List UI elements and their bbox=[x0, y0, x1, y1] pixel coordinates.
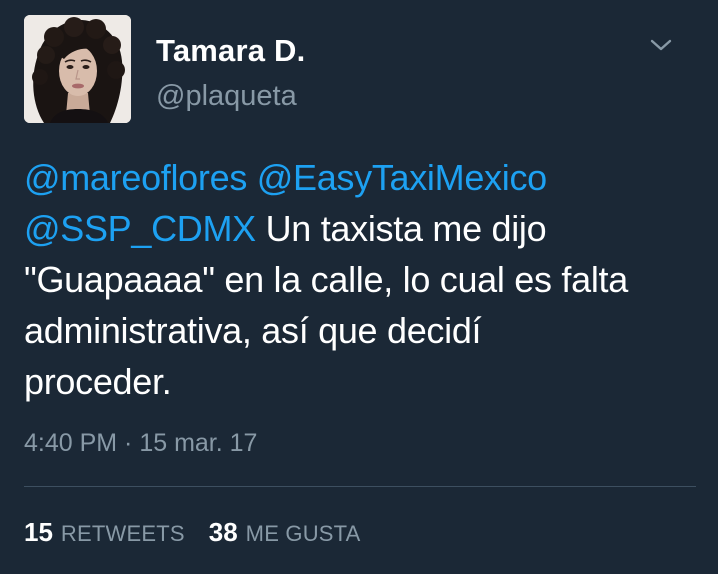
tweet-text-segment: "Guapaaaa" en la calle, lo cual es falta bbox=[24, 259, 628, 300]
mention-link[interactable]: @EasyTaxiMexico bbox=[257, 157, 547, 198]
author-handle[interactable]: @plaqueta bbox=[156, 77, 297, 115]
mention-link[interactable]: @SSP_CDMX bbox=[24, 208, 256, 249]
avatar[interactable] bbox=[24, 15, 131, 123]
retweets-stat[interactable]: 15 RETWEETS bbox=[24, 517, 185, 548]
divider bbox=[24, 486, 696, 487]
chevron-down-icon bbox=[650, 39, 672, 51]
tweet-text: @mareoflores @EasyTaxiMexico @SSP_CDMX U… bbox=[24, 152, 704, 407]
tweet-timestamp[interactable]: 4:40 PM · 15 mar. 17 bbox=[24, 426, 257, 460]
tweet-stats: 15 RETWEETS 38 ME GUSTA bbox=[24, 517, 361, 551]
tweet-text-segment: administrativa, así que decidí bbox=[24, 310, 482, 351]
tweet-menu-button[interactable] bbox=[646, 32, 676, 58]
likes-label: ME GUSTA bbox=[245, 521, 361, 546]
author-name[interactable]: Tamara D. bbox=[156, 32, 305, 70]
mention-link[interactable]: @mareoflores bbox=[24, 157, 247, 198]
likes-stat[interactable]: 38 ME GUSTA bbox=[209, 517, 361, 548]
tweet-text-segment: Un taxista me dijo bbox=[255, 208, 547, 249]
retweets-count: 15 bbox=[24, 517, 53, 547]
retweets-label: RETWEETS bbox=[60, 521, 185, 546]
avatar-image bbox=[24, 15, 131, 123]
likes-count: 38 bbox=[208, 517, 238, 547]
tweet-card: Tamara D. @plaqueta @mareoflores @EasyTa… bbox=[0, 0, 718, 574]
tweet-text-segment: proceder. bbox=[24, 361, 172, 402]
